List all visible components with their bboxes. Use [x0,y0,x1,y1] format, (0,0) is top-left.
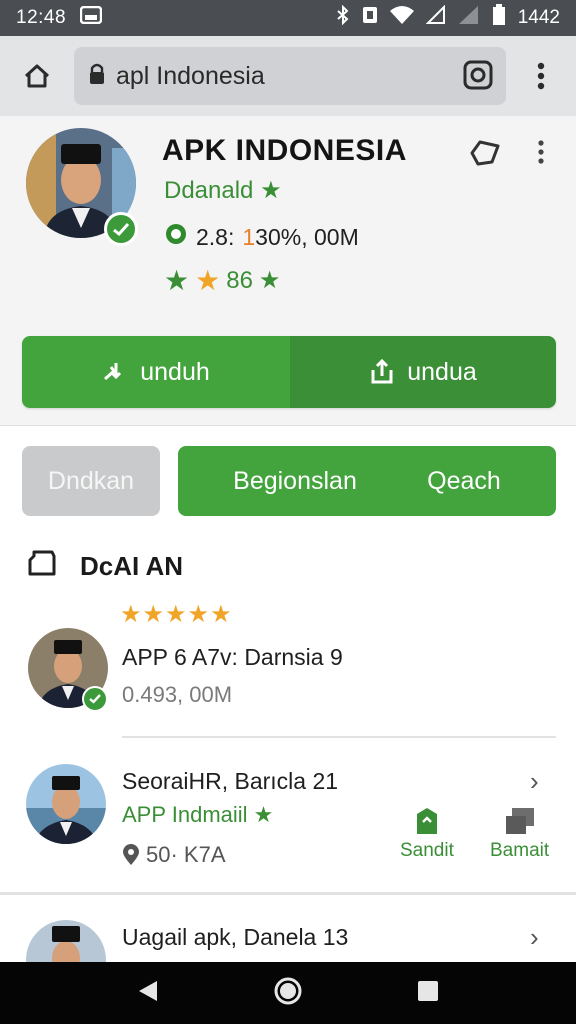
home-nav-button[interactable] [273,976,303,1011]
tab-gray-label: Dndkan [47,466,135,495]
send-icon [416,808,437,834]
folder-icon [26,548,58,585]
signal-icon-2 [458,5,480,31]
square-recents-icon [418,980,438,1001]
stats-suffix: 30%, 00M [255,223,359,250]
tab-green-left-label: Begionslan [233,466,357,495]
home-icon [24,64,50,88]
list-item-developer: APP Indmaiil ★ [122,802,273,828]
upload-button[interactable]: undua [290,336,556,408]
green-star-icon: ★ [164,265,190,296]
status-time: 12:48 [16,7,67,28]
app-title: APK INDONESIA [162,134,407,167]
download-label: unduh [140,357,210,386]
system-nav-bar [0,962,576,1024]
browser-toolbar: apl Indonesia [0,36,576,116]
pin-button[interactable] [468,138,502,173]
battery-time: 1442 [517,7,560,28]
list-item-meta: 50· K7A [122,842,226,868]
home-button[interactable] [0,36,74,116]
rating-label: 86 [226,266,253,294]
send-label: Sandit [400,840,454,861]
download-icon [104,363,122,381]
developer-label: Ddanald [164,177,254,204]
developer-name[interactable]: Ddanald ★ [164,176,282,205]
divider [0,892,576,895]
download-bar: unduh undua [22,336,556,408]
location-pin-icon [123,844,139,865]
upload-label: undua [407,357,477,386]
signal-icon [425,4,446,31]
tab-green[interactable]: Begionslan Qeach [178,446,556,516]
gallery-icon [79,5,103,30]
upload-icon [371,358,393,384]
stats-prefix: 2.8: [196,223,235,250]
share-label: Bamait [490,840,550,861]
list-item-subtitle: 0.493, 00M [122,682,233,707]
app-stats: 2.8: 130%, 00M [164,222,359,252]
divider [122,736,556,738]
more-vertical-icon [537,62,545,90]
star-icon: ★ [253,802,274,827]
section-header: DcAI AN [26,548,183,585]
recents-button[interactable] [417,980,439,1007]
status-bar: 12:48 1442 [0,0,576,36]
battery-icon [492,4,506,32]
nfc-icon [362,5,378,31]
browser-menu-button[interactable] [506,36,576,116]
address-bar[interactable]: apl Indonesia [74,47,506,105]
verified-badge-icon [104,212,138,246]
app-header-card: APK INDONESIA Ddanald ★ 2.8: 130%, 00M ★… [0,116,576,426]
item-rating-stars: ★★★★★ [120,601,233,628]
chevron-right-icon[interactable]: › [530,766,539,797]
copy-icon [505,808,534,834]
orange-star-icon: ★ [195,265,221,296]
share-button[interactable]: Bamait [490,806,549,862]
item-avatar[interactable] [26,764,106,844]
stats-highlight: 1 [242,223,256,250]
chevron-right-icon[interactable]: › [530,922,539,953]
list-item-developer-label: APP Indmaiil [122,802,248,827]
list-item-title[interactable]: APP 6 A7v: Darnsia 9 [122,644,343,671]
verified-badge-icon [82,686,108,712]
camera-icon[interactable] [462,59,494,96]
section-title: DcAI AN [80,551,184,581]
lock-icon [88,62,106,91]
circle-home-icon [274,977,302,1004]
back-button[interactable] [137,979,159,1008]
send-button[interactable]: Sandit [400,806,454,862]
badge-icon [164,222,188,252]
list-item-meta-text: 50· K7A [146,842,226,867]
tab-green-right-label: Qeach [427,466,501,495]
url-text: apl Indonesia [116,61,265,90]
green-star-icon: ★ [258,267,281,294]
pin-icon [470,140,500,166]
list-item-title[interactable]: Uagail apk, Danela 13 [122,924,348,951]
rating-row: ★ ★ 86 ★ [164,264,280,297]
more-vertical-icon [538,140,544,164]
tab-gray[interactable]: Dndkan [22,446,160,516]
star-icon: ★ [260,177,282,204]
wifi-icon [389,5,414,31]
app-more-button[interactable] [538,140,544,169]
back-icon [139,980,157,1001]
bluetooth-icon [336,4,350,31]
list-item-title[interactable]: SeoraiHR, Barıcla 21 [122,768,338,795]
download-button[interactable]: unduh [22,336,290,408]
